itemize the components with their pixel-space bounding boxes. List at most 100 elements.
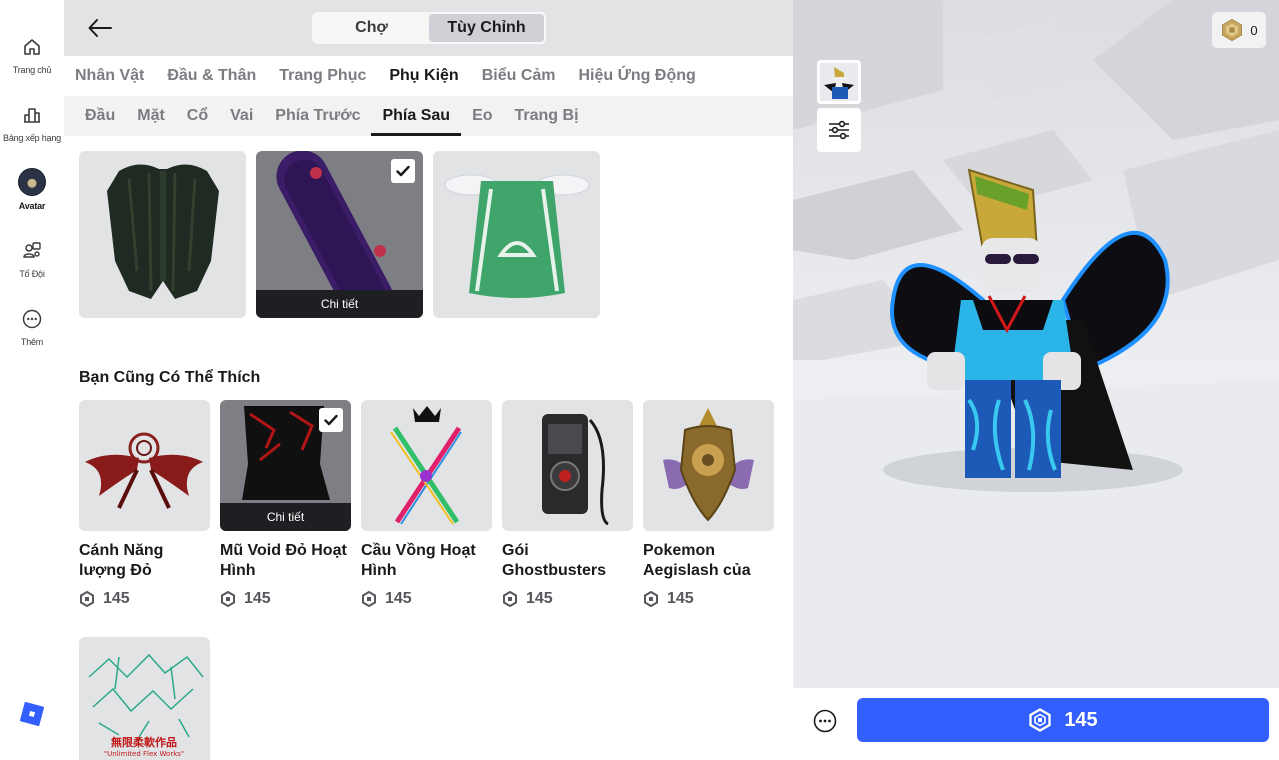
left-navigation-rail: Trang chủ Bảng xếp hạng Avatar Tổ Đội Th… [0,0,64,760]
robux-icon [221,591,235,607]
rec-item-unlimited-flex-works[interactable]: 無限柔軟作品 "Unlimited Flex Works" [79,637,210,760]
party-icon [21,240,43,262]
subcategory-tabs: Đầu Mặt Cổ Vai Phía Trước Phía Sau Eo Tr… [64,96,793,136]
subtab-head[interactable]: Đầu [74,96,126,136]
avatar-thumbnail-button[interactable] [817,60,861,104]
nav-label-more: Thêm [20,337,44,347]
nav-item-party[interactable]: Tổ Đội [0,240,64,279]
buy-button[interactable]: 145 [857,698,1269,742]
rec-item-red-void-hat[interactable]: Chi tiết Mũ Void Đỏ Hoạt Hình 145 [220,400,351,608]
robux-icon [1029,708,1052,732]
more-icon [21,308,43,330]
rec-item-price-value: 145 [667,590,694,607]
robux-balance-button[interactable]: 0 [1212,12,1266,48]
nav-item-home[interactable]: Trang chủ [0,36,64,75]
top-bar: Chợ Tùy Chỉnh [64,0,793,56]
avatar-preview-viewport[interactable]: 0 [793,0,1279,688]
rec-item-pokemon-aegislash[interactable]: Pokemon Aegislash của 145 [643,400,774,608]
aegislash-thumbnail [663,408,754,522]
rec-item-price: 145 [79,590,210,608]
rec-item-name[interactable]: Pokemon Aegislash của [643,541,774,581]
red-wings-thumbnail [85,432,203,509]
sliders-icon [829,120,849,140]
equipped-check-icon [391,159,415,183]
rec-item-price: 145 [220,590,351,608]
more-options-button[interactable] [813,709,837,738]
subtab-front[interactable]: Phía Trước [264,96,371,136]
thumbnail-kanji-text: 無限柔軟作品 [111,735,177,749]
rec-thumbnail[interactable]: 無限柔軟作品 "Unlimited Flex Works" [79,637,210,760]
nav-label-avatar: Avatar [18,201,46,211]
ghostbusters-pack-thumbnail [542,414,609,526]
rec-item-red-energy-wings[interactable]: Cánh Năng lượng Đỏ 145 [79,400,210,608]
rec-item-price-value: 145 [526,590,553,607]
avatar-icon [18,168,46,196]
subtab-neck[interactable]: Cổ [176,96,219,136]
item-details-button[interactable]: Chi tiết [220,503,351,531]
nav-label-party: Tổ Đội [19,269,45,279]
purchase-bar: 145 [793,688,1279,760]
rec-item-price: 145 [361,590,492,608]
rec-item-name[interactable]: Cánh Năng lượng Đỏ [79,541,210,581]
home-icon [21,36,43,58]
rec-item-price-value: 145 [385,590,412,607]
adjust-settings-button[interactable] [817,108,861,152]
rec-item-ghostbusters-pack[interactable]: Gói Ghostbusters 145 [502,400,633,608]
rec-thumbnail[interactable]: Chi tiết [220,400,351,531]
tab-head-body[interactable]: Đầu & Thân [167,67,256,85]
catalog-content: Chi tiết Bạn Cũng Có Thể Thích Cánh Năng… [64,136,793,760]
avatar-3d-scene [793,0,1279,688]
category-tabs: Nhân Vật Đầu & Thân Trang Phục Phụ Kiện … [64,56,793,96]
rec-item-name[interactable]: Gói Ghostbusters [502,541,633,581]
nav-item-avatar[interactable]: Avatar [0,168,64,211]
subtab-waist[interactable]: Eo [461,96,503,136]
back-button[interactable] [86,14,114,42]
unlimited-flex-works-thumbnail: 無限柔軟作品 "Unlimited Flex Works" [88,653,204,758]
nav-label-leaderboard: Bảng xếp hạng [3,133,61,143]
subtab-back[interactable]: Phía Sau [371,96,461,136]
robux-icon [80,591,94,607]
tab-accessories[interactable]: Phụ Kiện [389,67,458,85]
rec-item-price: 145 [502,590,633,608]
subtab-shoulder[interactable]: Vai [219,96,264,136]
inventory-item-green-cape[interactable] [433,151,600,318]
rec-item-name[interactable]: Cầu Vồng Hoạt Hình [361,541,492,581]
rec-thumbnail[interactable] [643,400,774,531]
subtab-gear[interactable]: Trang Bị [504,96,590,136]
leaderboard-icon [21,104,43,126]
tab-character[interactable]: Nhân Vật [75,67,144,85]
rec-item-price: 145 [643,590,774,608]
nav-label-home: Trang chủ [12,65,52,75]
rainbow-swords-thumbnail [390,406,462,525]
rec-thumbnail[interactable] [79,400,210,531]
segment-marketplace[interactable]: Chợ [314,14,429,42]
more-options-icon [813,709,837,733]
robux-icon [503,591,517,607]
tab-clothing[interactable]: Trang Phục [279,67,366,85]
rec-item-rainbow-swords[interactable]: Cầu Vồng Hoạt Hình 145 [361,400,492,608]
rec-item-price-value: 145 [103,590,130,607]
rec-thumbnail[interactable] [502,400,633,531]
avatar-thumbnail-icon [820,63,858,101]
subtab-face[interactable]: Mặt [126,96,176,136]
thumbnail-caption-text: "Unlimited Flex Works" [104,750,184,758]
black-wings-thumbnail [107,164,219,299]
robux-coin-icon [1222,18,1243,42]
inventory-item-black-wings[interactable] [79,151,246,318]
robux-icon [644,591,658,607]
arrow-left-icon [88,19,112,37]
item-details-button[interactable]: Chi tiết [256,290,423,318]
recommendations-title: Bạn Cũng Có Thể Thích [79,369,261,386]
rec-item-price-value: 145 [244,590,271,607]
tab-animations[interactable]: Hiệu Ứng Động [579,67,696,85]
nav-item-more[interactable]: Thêm [0,308,64,347]
roblox-logo-icon[interactable] [19,701,45,731]
equipped-check-icon [319,408,343,432]
buy-price: 145 [1064,708,1098,731]
nav-item-leaderboard[interactable]: Bảng xếp hạng [0,104,64,143]
tab-emotes[interactable]: Biểu Cảm [482,67,556,85]
segment-customize[interactable]: Tùy Chỉnh [429,14,544,42]
rec-thumbnail[interactable] [361,400,492,531]
rec-item-name[interactable]: Mũ Void Đỏ Hoạt Hình [220,541,351,581]
inventory-item-skateboard[interactable]: Chi tiết [256,151,423,318]
